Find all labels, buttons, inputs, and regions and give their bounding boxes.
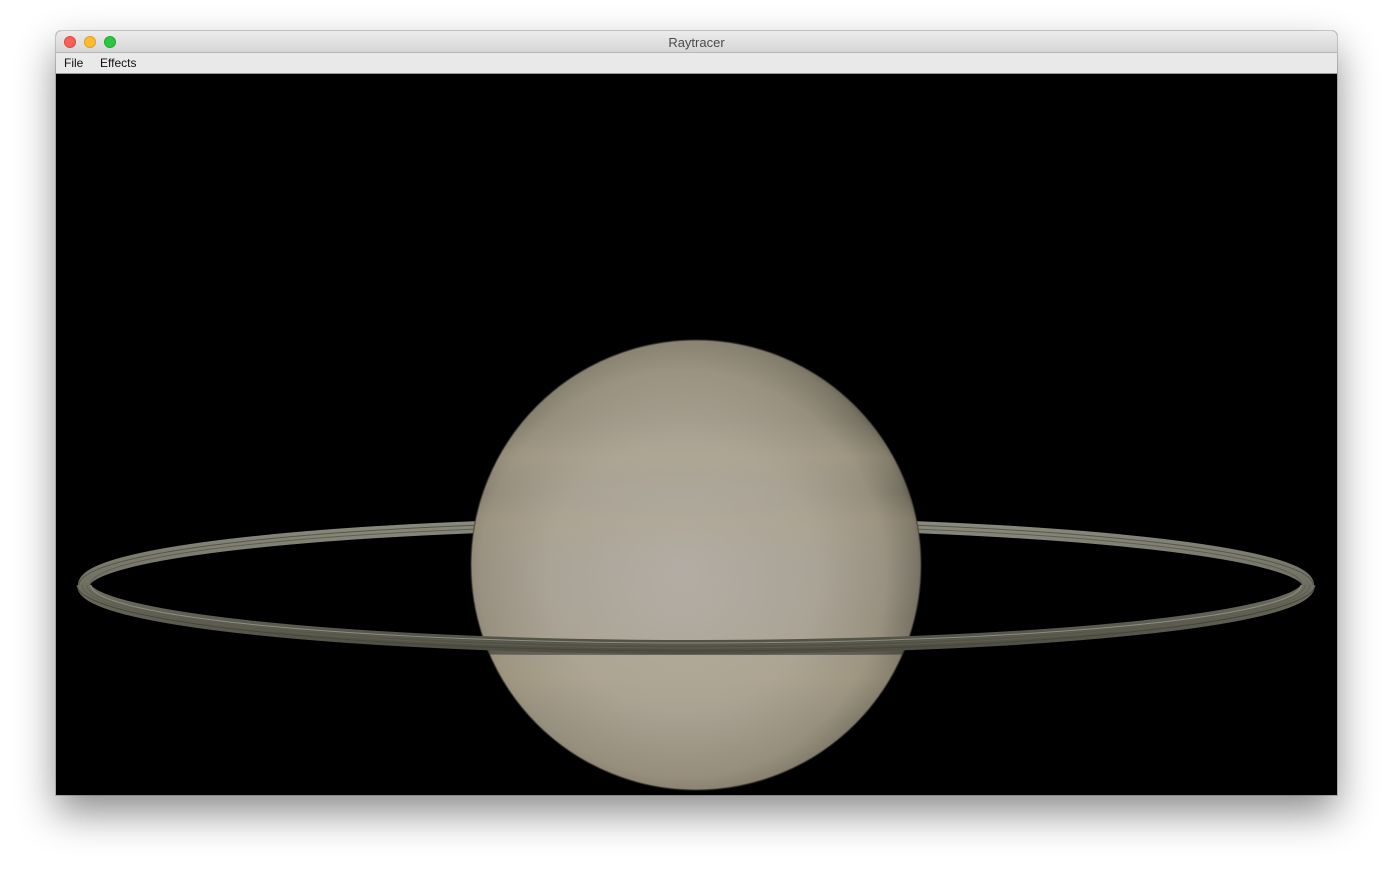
rendered-scene [76, 339, 1316, 791]
planet [470, 339, 922, 791]
window-title: Raytracer [668, 35, 725, 50]
menu-effects[interactable]: Effects [94, 53, 142, 73]
menu-bar: File Effects [56, 53, 1337, 74]
menu-file[interactable]: File [58, 53, 89, 73]
render-canvas[interactable] [57, 74, 1336, 794]
raytracer-window: Raytracer File Effects [56, 31, 1337, 795]
title-bar[interactable]: Raytracer [56, 31, 1337, 53]
